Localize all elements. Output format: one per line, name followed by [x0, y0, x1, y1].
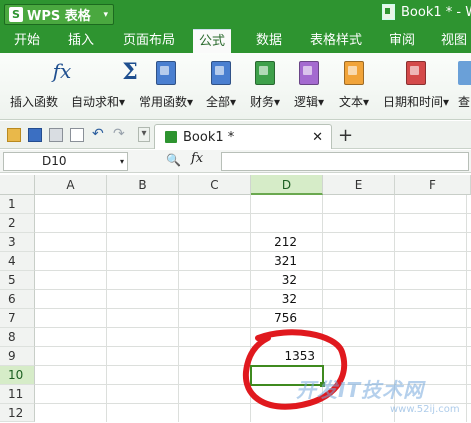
red-annotation-circle [242, 329, 348, 410]
watermark-url: www.52ij.com [390, 404, 460, 415]
watermark: 开发IT技术网 [296, 378, 425, 402]
